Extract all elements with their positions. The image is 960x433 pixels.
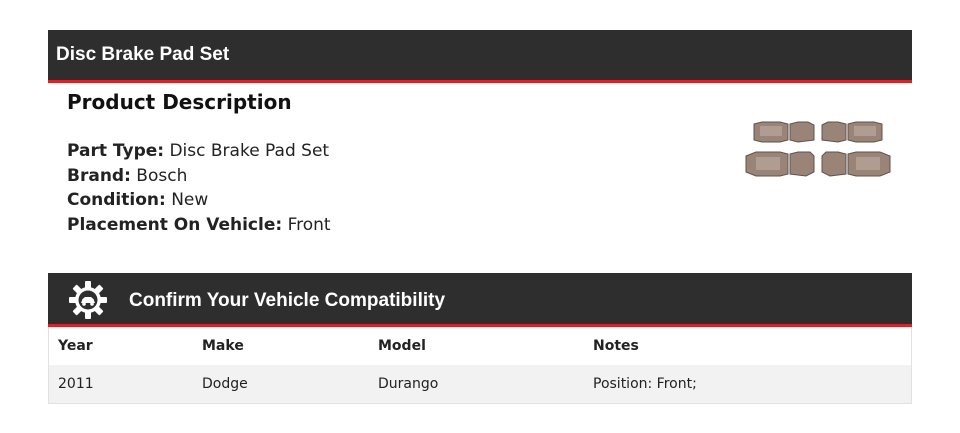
spec-value: Front [287, 214, 331, 235]
column-header-notes: Notes [593, 338, 639, 354]
product-title: Disc Brake Pad Set [56, 44, 230, 65]
table-row: 2011 Dodge Durango Position: Front; [49, 365, 911, 403]
spec-value: Disc Brake Pad Set [169, 141, 330, 161]
spec-part-type: Part Type: Disc Brake Pad Set [67, 139, 331, 164]
compatibility-table: Year Make Model Notes 2011 Dodge Durango… [48, 327, 912, 404]
spec-list: Part Type: Disc Brake Pad Set Brand: Bos… [67, 139, 331, 237]
brake-pads-image [745, 121, 891, 177]
cell-notes: Position: Front; [593, 376, 697, 392]
spec-label: Placement On Vehicle: [67, 214, 283, 235]
spec-placement: Placement On Vehicle: Front [67, 213, 331, 238]
spec-label: Brand: [67, 165, 131, 186]
cell-make: Dodge [202, 376, 248, 392]
spec-label: Condition: [67, 190, 166, 210]
product-title-bar: Disc Brake Pad Set [48, 30, 912, 83]
description-heading: Product Description [67, 90, 292, 114]
compatibility-title: Confirm Your Vehicle Compatibility [129, 290, 446, 311]
spec-brand: Brand: Bosch [67, 164, 331, 189]
column-header-year: Year [58, 338, 93, 354]
spec-condition: Condition: New [67, 188, 331, 213]
column-header-model: Model [378, 338, 426, 354]
spec-label: Part Type: [67, 141, 165, 161]
gear-car-icon [69, 281, 107, 319]
cell-year: 2011 [58, 376, 94, 392]
spec-value: New [171, 190, 209, 210]
cell-model: Durango [378, 376, 439, 392]
compatibility-bar: Confirm Your Vehicle Compatibility [48, 273, 912, 327]
table-header-row: Year Make Model Notes [49, 327, 911, 365]
column-header-make: Make [202, 338, 244, 354]
spec-value: Bosch [136, 165, 188, 186]
